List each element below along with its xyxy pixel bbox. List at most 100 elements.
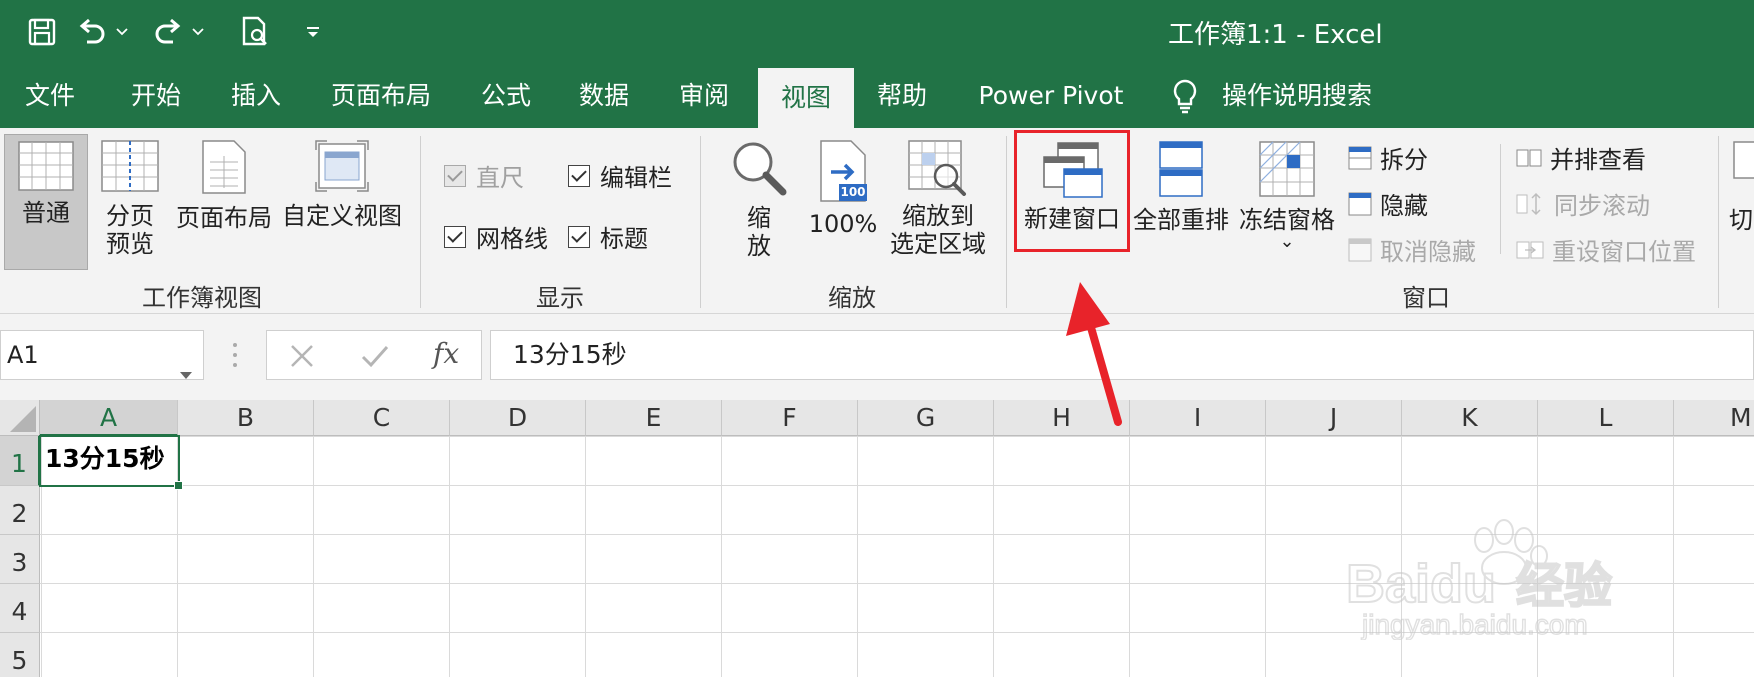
split-icon xyxy=(1348,146,1372,170)
group-separator xyxy=(700,136,701,308)
zoom-100-badge: 100 xyxy=(840,185,866,199)
unhide-label: 取消隐藏 xyxy=(1380,238,1476,266)
ruler-checkbox[interactable]: 直尺 xyxy=(444,158,524,193)
gridlines-label: 网格线 xyxy=(476,225,548,253)
column-header-e[interactable]: E xyxy=(586,400,722,436)
row-header-2[interactable]: 2 xyxy=(0,486,40,535)
undo-icon[interactable] xyxy=(74,14,110,50)
magnifier-icon xyxy=(731,140,787,196)
drag-handle-icon[interactable] xyxy=(232,342,238,372)
hide-label: 隐藏 xyxy=(1380,192,1428,220)
tab-help[interactable]: 帮助 xyxy=(872,64,932,128)
ruler-checkbox-box xyxy=(444,164,466,187)
tab-data[interactable]: 数据 xyxy=(574,64,634,128)
headings-label: 标题 xyxy=(600,225,648,253)
save-icon[interactable] xyxy=(22,14,62,50)
formula-controls: fx xyxy=(266,330,482,380)
split-button[interactable]: 拆分 xyxy=(1348,140,1428,175)
column-header-a[interactable]: A xyxy=(40,400,178,436)
column-header-f[interactable]: F xyxy=(722,400,858,436)
redo-icon[interactable] xyxy=(150,14,186,50)
column-header-b[interactable]: B xyxy=(178,400,314,436)
synchronous-scrolling-button[interactable]: 同步滚动 xyxy=(1516,186,1650,221)
column-header-j[interactable]: J xyxy=(1266,400,1402,436)
unhide-button[interactable]: 取消隐藏 xyxy=(1348,232,1476,267)
insert-function-icon[interactable]: fx xyxy=(433,337,459,370)
row-header-5[interactable]: 5 xyxy=(0,633,40,677)
row-header-4[interactable]: 4 xyxy=(0,584,40,633)
zoom-100-label: 100% xyxy=(808,210,878,238)
column-header-g[interactable]: G xyxy=(858,400,994,436)
column-header-m[interactable]: M xyxy=(1674,400,1754,436)
side-by-side-icon xyxy=(1516,147,1542,169)
headings-checkbox[interactable]: 标题 xyxy=(568,219,648,254)
group-label-zoom: 缩放 xyxy=(828,284,876,312)
formula-bar-checkbox-box xyxy=(568,164,590,187)
tab-file[interactable]: 文件 xyxy=(22,64,78,128)
view-side-by-side-button[interactable]: 并排查看 xyxy=(1516,140,1646,175)
tab-home[interactable]: 开始 xyxy=(126,64,186,128)
freeze-panes-chevron-icon: ⌄ xyxy=(1279,231,1295,252)
tab-formulas[interactable]: 公式 xyxy=(476,64,536,128)
custom-views-label: 自定义视图 xyxy=(282,202,402,230)
zoom-button[interactable]: 缩 放 xyxy=(724,140,794,260)
arrange-all-icon xyxy=(1158,140,1204,198)
page-layout-view-icon xyxy=(202,140,246,194)
row-header-3[interactable]: 3 xyxy=(0,535,40,584)
select-all-button[interactable] xyxy=(0,400,40,436)
reset-window-position-button[interactable]: 重设窗口位置 xyxy=(1516,232,1696,267)
group-label-show: 显示 xyxy=(536,284,584,312)
name-box-dropdown-icon[interactable] xyxy=(179,349,193,397)
group-separator xyxy=(1006,136,1007,308)
column-header-l[interactable]: L xyxy=(1538,400,1674,436)
tab-insert[interactable]: 插入 xyxy=(226,64,286,128)
group-separator xyxy=(1718,136,1719,308)
row-header-1[interactable]: 1 xyxy=(0,436,40,486)
redo-dropdown-icon[interactable] xyxy=(188,14,208,50)
new-window-button[interactable]: 新建窗口 xyxy=(1014,130,1130,252)
column-header-k[interactable]: K xyxy=(1402,400,1538,436)
cancel-icon[interactable] xyxy=(289,343,315,373)
normal-view-button[interactable]: 普通 xyxy=(4,134,88,270)
column-header-d[interactable]: D xyxy=(450,400,586,436)
zoom-100-button[interactable]: 100 100% xyxy=(806,140,880,238)
normal-view-label: 普通 xyxy=(22,199,70,227)
column-header-c[interactable]: C xyxy=(314,400,450,436)
cell-a1[interactable]: 13分15秒 xyxy=(39,435,183,490)
customize-toolbar-icon[interactable] xyxy=(302,14,324,50)
page-layout-view-label: 页面布局 xyxy=(176,204,272,232)
zoom-to-selection-button[interactable]: 缩放到 选定区域 xyxy=(886,140,990,258)
lightbulb-icon xyxy=(1170,78,1200,118)
arrange-all-button[interactable]: 全部重排 xyxy=(1132,140,1230,234)
title-bar: 工作簿1:1 - Excel xyxy=(0,0,1754,64)
formula-bar: A1 fx 13分15秒 xyxy=(0,314,1754,400)
switch-windows-button[interactable]: 切 xyxy=(1728,140,1754,234)
page-break-preview-button[interactable]: 分页 预览 xyxy=(94,140,166,258)
name-box[interactable]: A1 xyxy=(0,330,204,380)
page-layout-view-button[interactable]: 页面布局 xyxy=(172,140,276,232)
watermark-brand-cn: 经验 xyxy=(1516,558,1612,614)
enter-icon[interactable] xyxy=(361,343,389,373)
tab-page-layout[interactable]: 页面布局 xyxy=(326,64,436,128)
window-title: 工作簿1:1 - Excel xyxy=(1168,20,1383,50)
page-break-preview-icon xyxy=(101,140,159,192)
tab-view[interactable]: 视图 xyxy=(758,68,854,128)
custom-views-button[interactable]: 自定义视图 xyxy=(280,140,404,230)
gridlines-checkbox-box xyxy=(444,225,466,248)
column-header-i[interactable]: I xyxy=(1130,400,1266,436)
formula-bar-checkbox[interactable]: 编辑栏 xyxy=(568,158,672,193)
gridlines-checkbox[interactable]: 网格线 xyxy=(444,219,548,254)
group-label-workbook-views: 工作簿视图 xyxy=(142,284,262,312)
freeze-panes-button[interactable]: 冻结窗格 ⌄ xyxy=(1234,140,1340,252)
tab-power-pivot[interactable]: Power Pivot xyxy=(978,64,1124,128)
print-preview-icon[interactable] xyxy=(238,14,274,50)
undo-dropdown-icon[interactable] xyxy=(112,14,132,50)
zoom-to-selection-label-1: 缩放到 xyxy=(902,202,974,230)
new-window-icon xyxy=(1040,139,1104,199)
hide-button[interactable]: 隐藏 xyxy=(1348,186,1428,221)
tab-review[interactable]: 审阅 xyxy=(674,64,734,128)
tell-me-search[interactable]: 操作说明搜索 xyxy=(1222,64,1372,128)
ribbon-tabs: 文件 开始 插入 页面布局 公式 数据 审阅 视图 帮助 Power Pivot… xyxy=(0,64,1754,128)
annotation-arrow xyxy=(1066,282,1122,426)
side-by-side-label: 并排查看 xyxy=(1550,146,1646,174)
